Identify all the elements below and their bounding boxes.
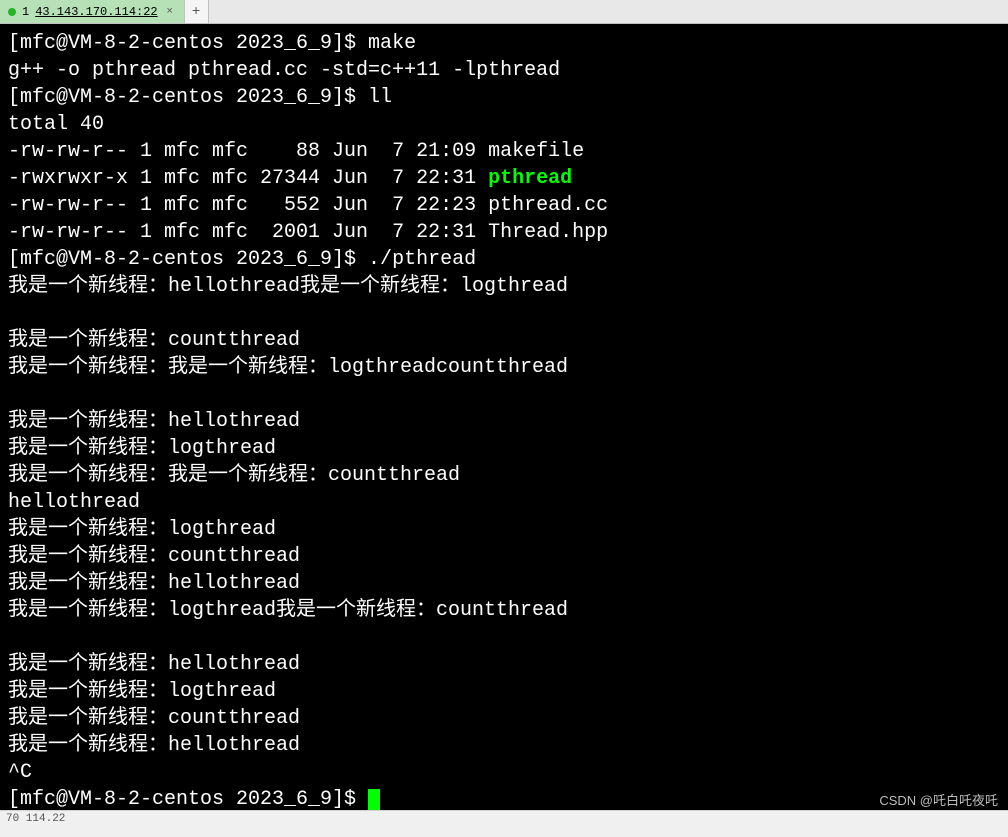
status-text: 70 114.22 xyxy=(6,813,65,825)
terminal-line: [mfc@VM-8-2-centos 2023_6_9]$ ll xyxy=(8,84,1000,111)
terminal-text: [mfc@VM-8-2-centos 2023_6_9]$ ./pthread xyxy=(8,248,476,271)
terminal-line: 我是一个新线程：countthread xyxy=(8,705,1000,732)
terminal-text: 我是一个新线程：hellothread xyxy=(8,734,300,757)
terminal-text: 我是一个新线程：logthread我是一个新线程：countthread xyxy=(8,599,568,622)
terminal-text: 我是一个新线程：logthread xyxy=(8,680,276,703)
terminal-text: [mfc@VM-8-2-centos 2023_6_9]$ xyxy=(8,788,368,810)
terminal-text: [mfc@VM-8-2-centos 2023_6_9]$ make xyxy=(8,32,416,55)
watermark: CSDN @吒白吒夜吒 xyxy=(879,790,998,809)
terminal-text: [mfc@VM-8-2-centos 2023_6_9]$ ll xyxy=(8,86,392,109)
terminal-line: 我是一个新线程：logthread xyxy=(8,435,1000,462)
terminal-text: 我是一个新线程：我是一个新线程：logthreadcountthread xyxy=(8,356,568,379)
session-tab[interactable]: 1 43.143.170.114:22 × xyxy=(0,0,185,23)
terminal-line: [mfc@VM-8-2-centos 2023_6_9]$ make xyxy=(8,30,1000,57)
terminal-text: 我是一个新线程：countthread xyxy=(8,707,300,730)
connection-status-icon xyxy=(8,8,16,16)
terminal-output[interactable]: [mfc@VM-8-2-centos 2023_6_9]$ make g++ -o… xyxy=(0,24,1008,810)
terminal-line xyxy=(8,624,1000,651)
tab-index: 1 xyxy=(22,5,29,19)
terminal-line xyxy=(8,300,1000,327)
terminal-line: 我是一个新线程：hellothread xyxy=(8,408,1000,435)
terminal-text: 我是一个新线程：logthread xyxy=(8,437,276,460)
terminal-text: -rwxrwxr-x 1 mfc mfc 27344 Jun 7 22:31 xyxy=(8,167,488,190)
terminal-text: 我是一个新线程：hellothread xyxy=(8,653,300,676)
add-tab-button[interactable]: + xyxy=(185,0,209,23)
terminal-line xyxy=(8,381,1000,408)
terminal-text: hellothread xyxy=(8,491,140,514)
tab-bar: 1 43.143.170.114:22 × + xyxy=(0,0,1008,24)
terminal-line: -rw-rw-r-- 1 mfc mfc 552 Jun 7 22:23 pth… xyxy=(8,192,1000,219)
terminal-text: ^C xyxy=(8,761,32,784)
terminal-line: g++ -o pthread pthread.cc -std=c++11 -lp… xyxy=(8,57,1000,84)
terminal-line: 我是一个新线程：countthread xyxy=(8,543,1000,570)
cursor-icon xyxy=(368,789,380,810)
terminal-text: 我是一个新线程：我是一个新线程：countthread xyxy=(8,464,460,487)
terminal-text: -rw-rw-r-- 1 mfc mfc 2001 Jun 7 22:31 Th… xyxy=(8,221,608,244)
terminal-text: 我是一个新线程：logthread xyxy=(8,518,276,541)
terminal-line: -rw-rw-r-- 1 mfc mfc 88 Jun 7 21:09 make… xyxy=(8,138,1000,165)
terminal-line: 我是一个新线程：hellothread xyxy=(8,570,1000,597)
terminal-text: 我是一个新线程：hellothread xyxy=(8,572,300,595)
terminal-line: 我是一个新线程：logthread xyxy=(8,678,1000,705)
terminal-line: 我是一个新线程：countthread xyxy=(8,327,1000,354)
terminal-line: [mfc@VM-8-2-centos 2023_6_9]$ xyxy=(8,786,1000,810)
terminal-text: -rw-rw-r-- 1 mfc mfc 552 Jun 7 22:23 pth… xyxy=(8,194,608,217)
terminal-line: [mfc@VM-8-2-centos 2023_6_9]$ ./pthread xyxy=(8,246,1000,273)
terminal-line: 我是一个新线程：logthread我是一个新线程：countthread xyxy=(8,597,1000,624)
terminal-text: pthread xyxy=(488,167,572,190)
close-tab-button[interactable]: × xyxy=(164,6,176,18)
terminal-line: ^C xyxy=(8,759,1000,786)
terminal-text: 我是一个新线程：hellothread我是一个新线程：logthread xyxy=(8,275,568,298)
tab-label: 43.143.170.114:22 xyxy=(35,5,157,19)
terminal-text: 我是一个新线程：countthread xyxy=(8,329,300,352)
terminal-line: -rw-rw-r-- 1 mfc mfc 2001 Jun 7 22:31 Th… xyxy=(8,219,1000,246)
status-bar: 70 114.22 xyxy=(0,810,1008,830)
terminal-text: -rw-rw-r-- 1 mfc mfc 88 Jun 7 21:09 make… xyxy=(8,140,584,163)
terminal-line: total 40 xyxy=(8,111,1000,138)
terminal-line: 我是一个新线程：我是一个新线程：logthreadcountthread xyxy=(8,354,1000,381)
terminal-line: hellothread xyxy=(8,489,1000,516)
terminal-line: 我是一个新线程：hellothread xyxy=(8,651,1000,678)
terminal-line: -rwxrwxr-x 1 mfc mfc 27344 Jun 7 22:31 p… xyxy=(8,165,1000,192)
terminal-text: 我是一个新线程：hellothread xyxy=(8,410,300,433)
terminal-text: g++ -o pthread pthread.cc -std=c++11 -lp… xyxy=(8,59,560,82)
terminal-line: 我是一个新线程：hellothread我是一个新线程：logthread xyxy=(8,273,1000,300)
terminal-line: 我是一个新线程：logthread xyxy=(8,516,1000,543)
terminal-text: 我是一个新线程：countthread xyxy=(8,545,300,568)
terminal-text: total 40 xyxy=(8,113,104,136)
terminal-line: 我是一个新线程：hellothread xyxy=(8,732,1000,759)
terminal-line: 我是一个新线程：我是一个新线程：countthread xyxy=(8,462,1000,489)
